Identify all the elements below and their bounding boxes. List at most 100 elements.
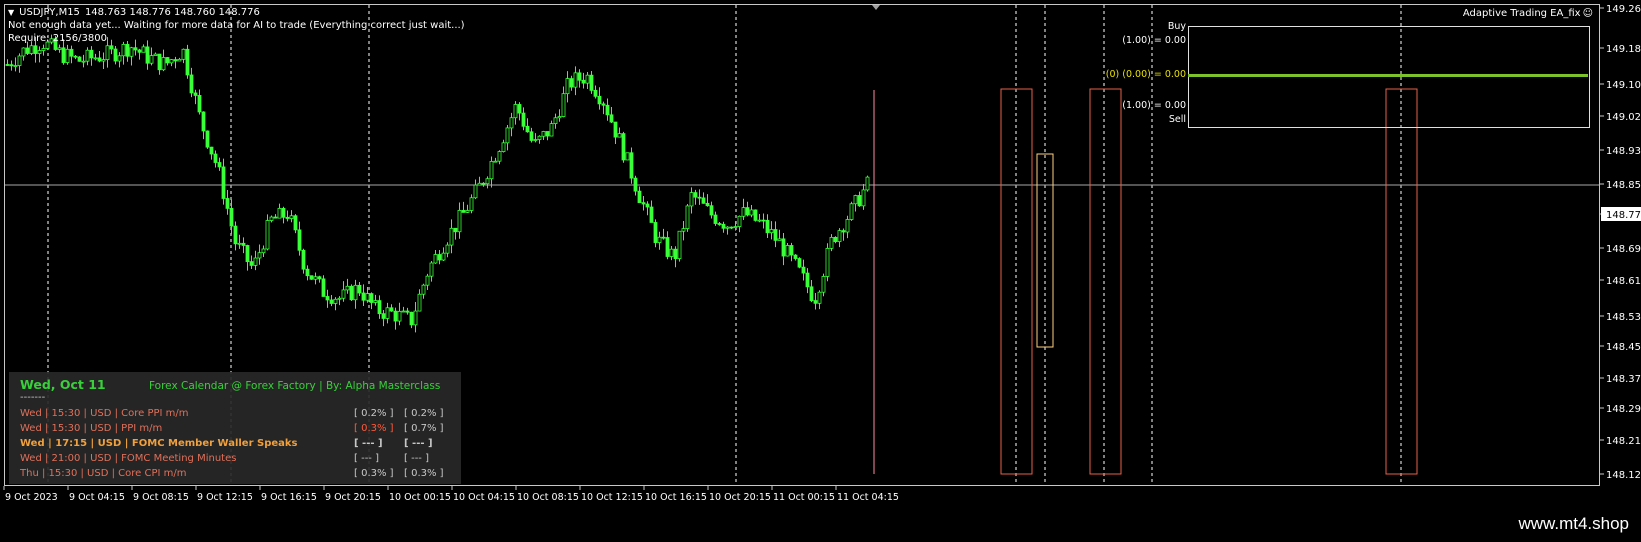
candle-body <box>561 93 566 117</box>
candle-body <box>593 89 598 97</box>
candle-body <box>285 216 290 219</box>
time-tick-label: 9 Oct 08:15 <box>133 492 189 503</box>
candle-body <box>473 184 478 199</box>
candle-body <box>505 127 510 144</box>
candle-body <box>357 284 362 294</box>
ea-name-label[interactable]: Adaptive Trading EA_fix ☺ <box>1463 8 1593 19</box>
candle-body <box>469 197 474 211</box>
candle-body <box>385 307 390 319</box>
candle-body <box>477 182 482 186</box>
candle-body <box>589 74 594 91</box>
candle-body <box>89 49 94 59</box>
candle-body <box>673 248 678 260</box>
buy-value: (1.00) = 0.00 <box>1122 35 1186 46</box>
candle-body <box>77 56 82 62</box>
price-tick-label: 148.935 <box>1606 146 1641 157</box>
calendar-separator: ------- <box>20 392 46 403</box>
candle-body <box>109 45 114 50</box>
candle-body <box>737 215 742 227</box>
chart-info: ▼ USDJPY,M15 148.763 148.776 148.760 148… <box>8 6 465 45</box>
candle-body <box>73 55 78 58</box>
candle-body <box>813 300 818 304</box>
candle-body <box>481 182 486 185</box>
price-tick-label: 148.850 <box>1606 180 1641 191</box>
candle-body <box>313 276 318 280</box>
candle-body <box>365 293 370 301</box>
collapse-triangle-icon[interactable]: ▼ <box>8 6 14 19</box>
candle-body <box>381 313 386 319</box>
candle-body <box>9 64 14 67</box>
candle-body <box>265 220 270 250</box>
candle-body <box>417 293 422 312</box>
candle-body <box>633 177 638 192</box>
candle-body <box>125 43 130 57</box>
ai-status-text: Not enough data yet... Waiting for more … <box>8 20 465 31</box>
candle-body <box>781 238 786 257</box>
candle-body <box>617 133 622 138</box>
candle-body <box>345 285 350 291</box>
sell-label: Sell <box>1168 114 1186 125</box>
candle-body <box>857 195 862 207</box>
sell-value: (1.00) = 0.00 <box>1122 100 1186 111</box>
time-tick-label: 10 Oct 12:15 <box>581 492 643 503</box>
candle-body <box>677 230 682 260</box>
candle-body <box>157 53 162 71</box>
time-tick-label: 10 Oct 00:15 <box>389 492 451 503</box>
candle-body <box>841 230 846 233</box>
candle-body <box>197 95 202 113</box>
candle-body <box>409 311 414 326</box>
candle-body <box>441 252 446 261</box>
candle-body <box>609 114 614 123</box>
candle-body <box>665 237 670 257</box>
candle-body <box>709 205 714 216</box>
candle-body <box>805 272 810 288</box>
candle-body <box>105 45 110 60</box>
candle-body <box>741 207 746 217</box>
forex-calendar-panel: Wed, Oct 11 Forex Calendar @ Forex Facto… <box>9 372 461 484</box>
candle-body <box>221 166 226 199</box>
smiley-icon: ☺ <box>1582 8 1593 19</box>
candle-body <box>69 48 74 57</box>
ohlc-values: 148.763 148.776 148.760 148.776 <box>84 7 260 18</box>
candle-body <box>713 214 718 224</box>
candle-body <box>445 244 450 254</box>
calendar-date: Wed, Oct 11 <box>20 377 106 392</box>
candle-body <box>181 48 186 60</box>
candle-body <box>797 258 802 268</box>
candle-body <box>765 219 770 234</box>
candle-body <box>733 226 738 228</box>
time-tick-label: 11 Oct 04:15 <box>837 492 899 503</box>
price-tick-label: 149.020 <box>1606 112 1641 123</box>
candle-body <box>777 238 782 241</box>
price-tick-label: 148.610 <box>1606 276 1641 287</box>
candle-body <box>393 310 398 322</box>
candle-body <box>681 228 686 232</box>
candle-body <box>161 57 166 71</box>
candle-body <box>305 268 310 277</box>
candle-body <box>865 176 870 191</box>
candle-body <box>657 236 662 243</box>
candle-body <box>569 78 574 88</box>
ai-signal-panel <box>1188 26 1590 128</box>
candle-body <box>337 297 342 300</box>
candle-body <box>217 162 222 168</box>
candle-body <box>333 298 338 304</box>
candle-body <box>209 146 214 155</box>
candle-body <box>801 266 806 274</box>
candle-body <box>437 254 442 261</box>
candle-body <box>493 160 498 163</box>
candle-body <box>121 43 126 57</box>
candle-body <box>413 310 418 326</box>
watermark: www.mt4.shop <box>1518 514 1629 533</box>
candle-body <box>133 47 138 51</box>
candle-body <box>761 219 766 222</box>
candle-body <box>817 291 822 304</box>
candle-body <box>545 131 550 137</box>
candle-body <box>65 48 70 63</box>
price-tick-label: 148.530 <box>1606 312 1641 323</box>
candle-body <box>725 226 730 229</box>
candle-body <box>773 229 778 241</box>
candle-body <box>373 300 378 303</box>
candle-body <box>213 153 218 163</box>
candle-body <box>29 45 34 54</box>
